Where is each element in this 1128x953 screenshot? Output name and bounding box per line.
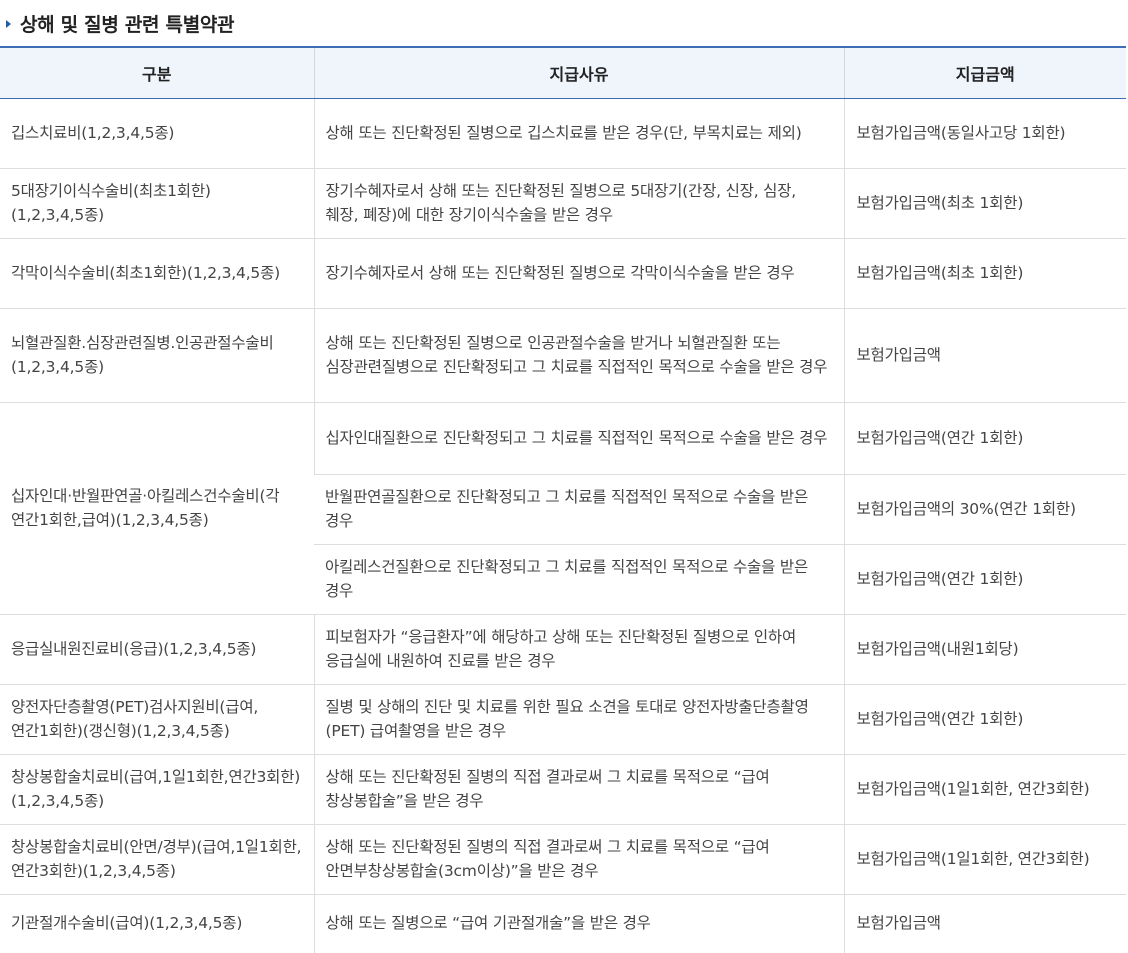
triangle-bullet-icon <box>6 19 11 28</box>
cell-amount: 보험가입금액의 30%(연간 1회한) <box>843 474 1126 545</box>
cell-category: 양전자단층촬영(PET)검사지원비(급여,연간1회한)(갱신형)(1,2,3,4… <box>0 684 314 755</box>
cell-reason: 상해 또는 진단확정된 질병으로 인공관절수술을 받거나 뇌혈관질환 또는 심장… <box>313 308 844 403</box>
table-row: 5대장기이식수술비(최초1회한)(1,2,3,4,5종) 장기수혜자로서 상해 … <box>0 168 1126 239</box>
cell-amount: 보험가입금액(최초 1회한) <box>843 168 1126 239</box>
table-row: 응급실내원진료비(응급)(1,2,3,4,5종) 피보험자가 “응급환자”에 해… <box>0 614 1126 685</box>
header-amount: 지급금액 <box>843 47 1126 99</box>
cell-amount: 보험가입금액(1일1회한, 연간3회한) <box>843 824 1126 895</box>
table-row: 각막이식수술비(최초1회한)(1,2,3,4,5종) 장기수혜자로서 상해 또는… <box>0 238 1126 309</box>
table-row: 십자인대·반월판연골·아킬레스건수술비(각 연간1회한,급여)(1,2,3,4,… <box>0 402 1126 615</box>
table-header-row: 구분 지급사유 지급금액 <box>0 47 1126 99</box>
cell-reason: 상해 또는 진단확정된 질병의 직접 결과로써 그 치료를 목적으로 “급여 창… <box>313 754 844 825</box>
cell-category: 5대장기이식수술비(최초1회한)(1,2,3,4,5종) <box>0 168 314 239</box>
header-category: 구분 <box>0 47 314 99</box>
section-title-text: 상해 및 질병 관련 특별약관 <box>20 13 235 36</box>
table-row: 양전자단층촬영(PET)검사지원비(급여,연간1회한)(갱신형)(1,2,3,4… <box>0 684 1126 755</box>
cell-category: 깁스치료비(1,2,3,4,5종) <box>0 98 314 169</box>
cell-amount: 보험가입금액(동일사고당 1회한) <box>843 98 1126 169</box>
benefits-table: 구분 지급사유 지급금액 깁스치료비(1,2,3,4,5종) 상해 또는 진단확… <box>0 46 1126 953</box>
cell-reason: 상해 또는 진단확정된 질병의 직접 결과로써 그 치료를 목적으로 “급여 안… <box>313 824 844 895</box>
cell-category: 각막이식수술비(최초1회한)(1,2,3,4,5종) <box>0 238 314 309</box>
cell-amount: 보험가입금액(최초 1회한) <box>843 238 1126 309</box>
cell-amount: 보험가입금액 <box>843 894 1126 953</box>
cell-reason: 피보험자가 “응급환자”에 해당하고 상해 또는 진단확정된 질병으로 인하여 … <box>313 614 844 685</box>
cell-reason: 상해 또는 진단확정된 질병으로 깁스치료를 받은 경우(단, 부목치료는 제외… <box>313 98 844 169</box>
table-row: 창상봉합술치료비(급여,1일1회한,연간3회한)(1,2,3,4,5종) 상해 … <box>0 754 1126 825</box>
cell-reason: 장기수혜자로서 상해 또는 진단확정된 질병으로 5대장기(간장, 신장, 심장… <box>313 168 844 239</box>
cell-category: 창상봉합술치료비(급여,1일1회한,연간3회한)(1,2,3,4,5종) <box>0 754 314 825</box>
cell-amount: 보험가입금액 <box>843 308 1126 403</box>
cell-amount: 보험가입금액(연간 1회한) <box>843 684 1126 755</box>
cell-amount: 보험가입금액(내원1회당) <box>843 614 1126 685</box>
cell-reason: 아킬레스건질환으로 진단확정되고 그 치료를 직접적인 목적으로 수술을 받은 … <box>314 544 844 615</box>
header-reason: 지급사유 <box>313 47 844 99</box>
cell-reason: 장기수혜자로서 상해 또는 진단확정된 질병으로 각막이식수술을 받은 경우 <box>313 238 844 309</box>
cell-amount: 보험가입금액(연간 1회한) <box>843 402 1126 475</box>
cell-category: 십자인대·반월판연골·아킬레스건수술비(각 연간1회한,급여)(1,2,3,4,… <box>0 402 314 615</box>
cell-reason: 상해 또는 질병으로 “급여 기관절개술”을 받은 경우 <box>313 894 844 953</box>
cell-reason: 반월판연골질환으로 진단확정되고 그 치료를 직접적인 목적으로 수술을 받은 … <box>314 474 844 545</box>
cell-category: 기관절개수술비(급여)(1,2,3,4,5종) <box>11 914 243 933</box>
cell-reason: 질병 및 상해의 진단 및 치료를 위한 필요 소견을 토대로 양전자방출단층촬… <box>313 684 844 755</box>
section-title: 상해 및 질병 관련 특별약관 <box>0 0 1128 46</box>
table-row: 깁스치료비(1,2,3,4,5종) 상해 또는 진단확정된 질병으로 깁스치료를… <box>0 98 1126 169</box>
cell-category: 응급실내원진료비(응급)(1,2,3,4,5종) <box>0 614 314 685</box>
cell-category: 뇌혈관질환.심장관련질병.인공관절수술비(1,2,3,4,5종) <box>0 308 314 403</box>
table-row: 뇌혈관질환.심장관련질병.인공관절수술비(1,2,3,4,5종) 상해 또는 진… <box>0 308 1126 403</box>
table-row: 기관절개수술비(급여)(1,2,3,4,5종) 상해 또는 질병으로 “급여 기… <box>0 894 1126 953</box>
cell-amount: 보험가입금액(연간 1회한) <box>843 544 1126 615</box>
cell-reason: 십자인대질환으로 진단확정되고 그 치료를 직접적인 목적으로 수술을 받은 경… <box>313 402 844 475</box>
cell-amount: 보험가입금액(1일1회한, 연간3회한) <box>843 754 1126 825</box>
cell-category: 창상봉합술치료비(안면/경부)(급여,1일1회한,연간3회한)(1,2,3,4,… <box>0 824 314 895</box>
table-row: 창상봉합술치료비(안면/경부)(급여,1일1회한,연간3회한)(1,2,3,4,… <box>0 824 1126 895</box>
